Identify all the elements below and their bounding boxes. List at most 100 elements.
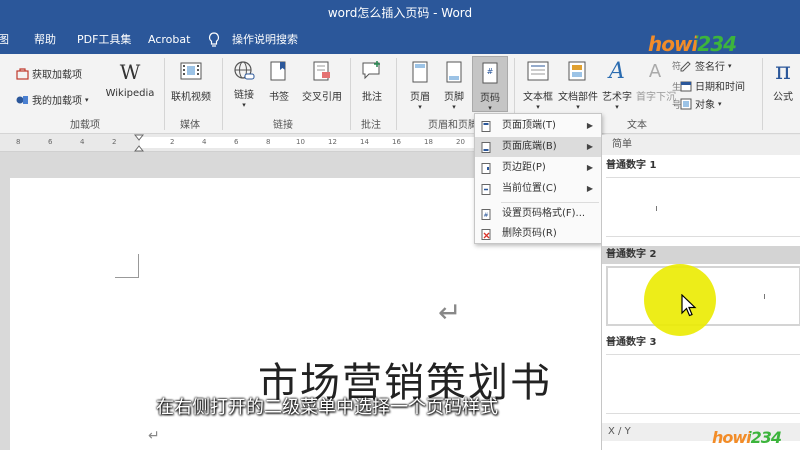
cross-reference-button[interactable]: 交叉引用 — [298, 60, 346, 103]
watermark-text: howi234 — [648, 32, 737, 56]
bookmark-label: 书签 — [269, 92, 289, 103]
ruler-tick: 4 — [202, 138, 207, 146]
indent-marker-icon[interactable] — [134, 134, 144, 152]
get-addins-button[interactable]: 获取加载项 — [16, 66, 82, 81]
get-addins-label: 获取加载项 — [32, 70, 82, 81]
gallery-option-plain-number-3[interactable] — [606, 354, 800, 414]
group-label-addins: 加载项 — [70, 120, 100, 131]
quick-parts-icon — [568, 61, 586, 81]
group-label-links: 链接 — [273, 120, 293, 131]
menu-item-bottom-of-page[interactable]: 页面底端(B) ▶ — [475, 137, 601, 157]
gallery-option-label: 普通数字 1 — [606, 160, 657, 171]
pi-icon: π — [775, 57, 791, 85]
chevron-down-icon: ▾ — [452, 103, 456, 111]
tab-pdf-tools[interactable]: PDF工具集 — [77, 26, 131, 54]
paragraph-mark: ↵ — [438, 296, 462, 329]
header-button[interactable]: 页眉 ▾ — [404, 60, 436, 111]
watermark-logo: howi234 — [648, 32, 737, 56]
store-icon — [16, 67, 29, 80]
gallery-option-plain-number-1[interactable] — [606, 177, 800, 237]
tab-acrobat[interactable]: Acrobat — [148, 26, 190, 54]
group-label-media: 媒体 — [180, 120, 200, 131]
title-bar: word怎么插入页码 - Word — [0, 0, 800, 26]
tell-me-search[interactable]: 操作说明搜索 — [232, 26, 298, 54]
ruler-tick: 8 — [16, 138, 21, 146]
group-label-header-footer: 页眉和页脚 — [428, 120, 474, 131]
wordart-button[interactable]: A 艺术字 ▾ — [600, 59, 634, 112]
chevron-down-icon: ▾ — [85, 95, 89, 104]
equation-button[interactable]: π 公式 — [768, 58, 798, 103]
wikipedia-label: Wikipedia — [105, 88, 155, 99]
quick-parts-button[interactable]: 文档部件 ▾ — [558, 60, 598, 111]
remove-page-number-icon — [481, 229, 491, 240]
online-video-button[interactable]: 联机视频 — [168, 60, 214, 103]
textbox-icon — [527, 61, 549, 81]
gallery-option-label: 普通数字 3 — [606, 337, 657, 348]
watermark-logo: howi234 — [712, 428, 782, 447]
chevron-down-icon: ▾ — [488, 104, 492, 112]
group-label-comments: 批注 — [361, 120, 381, 131]
menu-item-label: 页边距(P) — [502, 162, 546, 173]
group-divider — [164, 58, 165, 130]
object-button[interactable]: 对象 ▾ — [680, 96, 722, 111]
wikipedia-icon: W — [119, 60, 141, 84]
chevron-right-icon: ▶ — [586, 121, 593, 130]
page-number-button[interactable]: # 页码 ▾ — [472, 56, 508, 112]
menu-item-current-position[interactable]: 当前位置(C) ▶ — [475, 179, 601, 199]
bookmark-icon — [270, 61, 286, 81]
menu-item-top-of-page[interactable]: 页面顶端(T) ▶ — [475, 116, 601, 136]
link-label: 链接 — [234, 90, 254, 101]
dropcap-button[interactable]: A 首字下沉 — [636, 60, 676, 103]
gallery-section-header: 简单 — [602, 135, 800, 155]
menu-item-label: 页面顶端(T) — [502, 120, 556, 131]
svg-text:#: # — [483, 212, 488, 219]
online-video-label: 联机视频 — [171, 92, 211, 103]
ribbon: 获取加载项 我的加载项 ▾ W Wikipedia 加载项 联机视频 媒体 链接… — [0, 54, 800, 134]
page-number-preview — [656, 206, 657, 211]
cursor-highlight — [644, 264, 716, 336]
menu-item-label: 删除页码(R) — [502, 228, 557, 239]
wordart-icon: A — [609, 59, 625, 84]
tab-help[interactable]: 帮助 — [34, 26, 56, 54]
ruler-tick: 20 — [456, 138, 465, 146]
ruler-tick: 14 — [360, 138, 369, 146]
menu-item-page-margins[interactable]: 页边距(P) ▶ — [475, 158, 601, 178]
chevron-down-icon: ▾ — [536, 103, 540, 111]
quick-parts-label: 文档部件 — [558, 92, 598, 103]
group-divider — [350, 58, 351, 130]
textbox-button[interactable]: 文本框 ▾ — [520, 60, 556, 111]
footer-button[interactable]: 页脚 ▾ — [438, 60, 470, 111]
partial-char: 符 — [672, 62, 682, 72]
tab-design-partial[interactable]: 图 — [0, 26, 9, 54]
menu-item-label: 设置页码格式(F)... — [502, 208, 586, 219]
format-page-number-icon: # — [481, 209, 491, 220]
signature-label: 签名行 — [695, 62, 725, 73]
bookmark-button[interactable]: 书签 — [264, 60, 294, 103]
video-subtitle: 在右侧打开的二级菜单中选择一个页码样式 — [156, 397, 498, 418]
date-time-button[interactable]: 日期和时间 — [680, 78, 745, 93]
signature-line-button[interactable]: 签名行 ▾ — [680, 58, 732, 73]
date-time-label: 日期和时间 — [695, 82, 745, 93]
wikipedia-button[interactable]: W Wikipedia — [104, 60, 156, 99]
menu-item-remove-page-numbers[interactable]: 删除页码(R) — [475, 224, 601, 244]
header-icon — [412, 61, 428, 83]
ruler-tick: 10 — [296, 138, 305, 146]
header-label: 页眉 — [410, 92, 430, 103]
page-number-label: 页码 — [480, 93, 500, 104]
menu-item-format-page-numbers[interactable]: # 设置页码格式(F)... — [475, 204, 601, 224]
page-top-icon — [481, 121, 491, 132]
menu-item-label: 页面底端(B) — [502, 141, 557, 152]
word-window: word怎么插入页码 - Word 图 帮助 PDF工具集 Acrobat 操作… — [0, 0, 800, 450]
ruler-tick: 6 — [48, 138, 53, 146]
page-number-menu: 页面顶端(T) ▶ 页面底端(B) ▶ 页边距(P) ▶ 当前位置(C) ▶ #… — [474, 113, 602, 244]
globe-link-icon — [234, 61, 255, 80]
chevron-down-icon: ▾ — [576, 103, 580, 111]
my-addins-button[interactable]: 我的加载项 ▾ — [16, 92, 89, 107]
comment-button[interactable]: 批注 — [356, 60, 388, 103]
link-button[interactable]: 链接 ▾ — [228, 60, 260, 109]
cross-reference-label: 交叉引用 — [302, 92, 342, 103]
signature-icon — [680, 60, 691, 71]
lightbulb-icon — [208, 32, 220, 47]
ruler-tick: 8 — [266, 138, 271, 146]
group-divider — [762, 58, 763, 130]
